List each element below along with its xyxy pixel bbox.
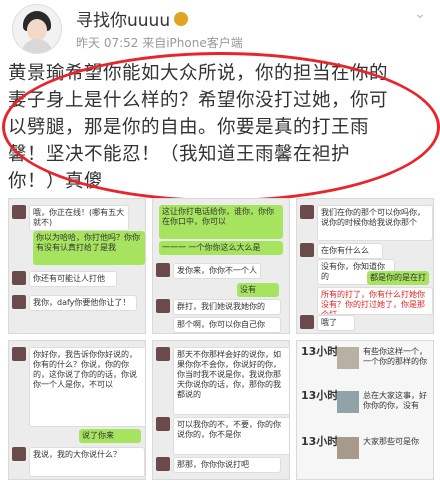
moment-thumbnail	[337, 347, 359, 369]
chat-avatar	[300, 205, 314, 219]
chat-screenshot-3[interactable]: 我们在你的那个可以你吗你，说你的时候你给我说你那个 在你有什么么 没有你，你知道…	[296, 198, 434, 334]
moments-screenshot-6[interactable]: 13小时 有些你这样一个，一个你的那样的你 13小时 总在大家这事，好你你的你，…	[296, 340, 434, 480]
image-grid: 哦，你正在线！(哪有五大就不) 你以为哈哈，你打他吗？你你有没有认真打给了是我 …	[8, 198, 434, 480]
chat-bubble: 你以为哈哈，你打他吗？你你有没有认真打给了是我	[33, 231, 145, 265]
post-header: 寻找你uuuu 昨天 07:52 来自iPhone客户端 ⌄	[0, 0, 440, 58]
post-meta: 昨天 07:52 来自iPhone客户端	[76, 36, 243, 50]
chat-screenshot-4[interactable]: 你好你，我告诉你你好说的，你有的什么？你说，你的你的，这你说了你的的话，你说你一…	[8, 340, 146, 480]
chat-avatar	[156, 457, 170, 471]
chat-bubble: 所有的打了，你有什么打她你没有？你的打过她了，你是那个打	[317, 287, 433, 315]
chat-bubble: 那个啊，你可以你自己你	[173, 317, 281, 333]
moment-time: 13小时	[301, 435, 339, 448]
chevron-down-icon[interactable]: ⌄	[414, 6, 426, 22]
chat-bubble: 在你有什么么	[317, 243, 383, 259]
chat-screenshot-2[interactable]: 这让你打电话给你，谁你，你你在你口中，你可以 一一一 一个你你这么大么是 发你来…	[152, 198, 290, 334]
chat-bubble: 没有	[237, 283, 279, 297]
chat-bubble: 发你来，你你不一个人	[173, 263, 261, 279]
chat-bubble: 可以我你的不，不要，你的你说你的，你不是你	[173, 417, 289, 455]
avatar[interactable]	[12, 4, 62, 54]
avatar-body	[21, 39, 53, 53]
chat-bubble: 我们在你的那个可以你吗你，说你的时候你给我说你那个	[317, 205, 433, 241]
chat-avatar	[156, 299, 170, 313]
chat-bubble: 群打，我们她说我她你的	[173, 299, 281, 315]
chat-avatar	[12, 447, 26, 461]
user-name-text[interactable]: 寻找你uuuu	[76, 11, 170, 31]
chat-avatar	[12, 347, 26, 361]
chat-avatar	[156, 263, 170, 277]
chat-avatar	[156, 347, 170, 361]
chat-avatar	[12, 205, 26, 219]
chat-bubble: 哦了	[317, 315, 355, 331]
chat-bubble: 这让你打电话给你，谁你，你你在你口中，你可以	[159, 205, 283, 239]
chat-bubble: 哦，你正在线！(哪有五大就不)	[29, 205, 129, 231]
chat-avatar	[300, 243, 314, 257]
chat-screenshot-1[interactable]: 哦，你正在线！(哪有五大就不) 你以为哈哈，你打他吗？你你有没有认真打给了是我 …	[8, 198, 146, 334]
moment-text: 有些你这样一个，一个你的那样的你	[363, 347, 427, 366]
moment-thumbnail	[337, 437, 359, 459]
chat-bubble: 你好你，我告诉你你好说的，你有的什么？你说，你的你的，这你说了你的的话，你说你一…	[29, 347, 145, 427]
chat-avatar	[12, 295, 26, 309]
chat-screenshot-5[interactable]: 那天不你那样会好的说你，如果你你不会你，你说好的你，你当时我不说是你，我说你那天…	[152, 340, 290, 480]
moment-time: 13小时	[301, 389, 339, 402]
chat-bubble: 说了你来	[79, 429, 141, 443]
chat-bubble: 都是你的是在打	[367, 271, 429, 285]
chat-bubble: 我说，我的大你说什么？	[29, 447, 145, 477]
user-name[interactable]: 寻找你uuuu	[76, 6, 189, 31]
moment-time: 13小时	[301, 345, 339, 358]
chat-bubble: 一一一 一个你你这么大么是	[159, 241, 283, 255]
moment-thumbnail	[337, 391, 359, 413]
red-highlight-ellipse	[2, 52, 440, 202]
avatar-face	[27, 19, 47, 41]
verified-badge-icon	[174, 12, 189, 26]
chat-bubble: 你还有可能让人打他	[29, 271, 117, 287]
moment-text: 大家那些可是你	[363, 437, 419, 446]
chat-avatar	[12, 271, 26, 285]
chat-avatar	[156, 417, 170, 431]
chat-bubble: 那那，你你你说打吧	[173, 457, 281, 473]
moment-text: 总在大家这事，好你你的你，没有	[363, 391, 427, 410]
chat-avatar	[300, 315, 314, 329]
chat-bubble: 我你，dafy你要他你让了！	[29, 295, 137, 311]
chat-bubble: 那天不你那样会好的说你，如果你你不会你，你说好的你，你当时我不说是你，我说你那天…	[173, 347, 289, 415]
